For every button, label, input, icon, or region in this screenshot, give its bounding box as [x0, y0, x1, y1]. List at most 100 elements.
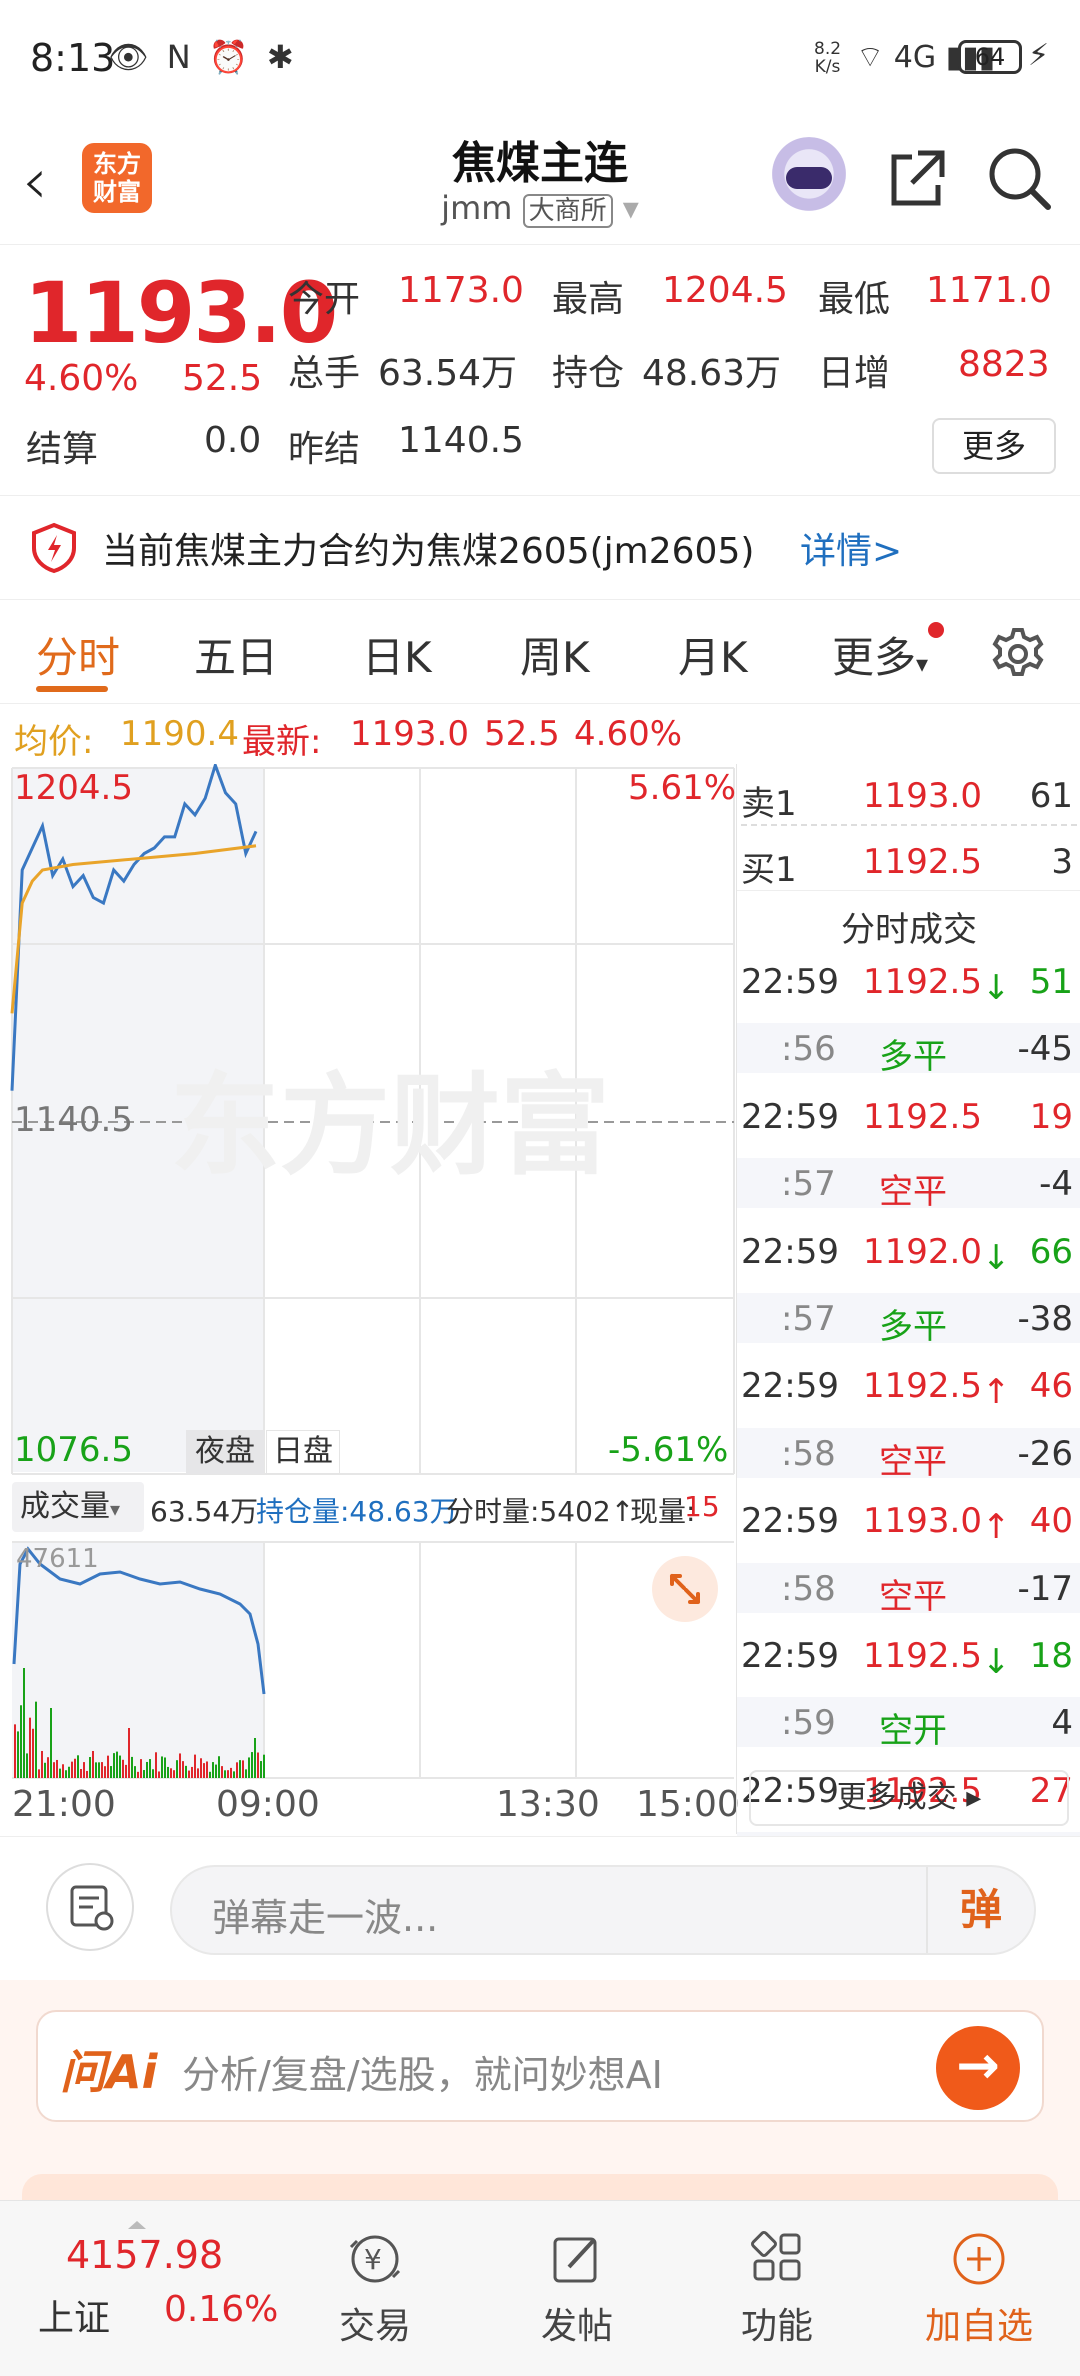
- chart-bottom-price: 1076.5: [14, 1430, 133, 1470]
- ai-assistant-icon[interactable]: [768, 137, 850, 219]
- trade-time: 22:59: [741, 962, 839, 1002]
- bottom-nav: 4157.98 上证 0.16% ¥ 交易 发帖 功能 加自选: [0, 2200, 1080, 2376]
- volume-bar: [80, 1769, 82, 1778]
- comment-bar: 弹幕走一波... 弹: [0, 1836, 1080, 1980]
- day-session-tag[interactable]: 日盘: [266, 1430, 340, 1474]
- tab-five-day[interactable]: 五日: [194, 624, 278, 685]
- tab-weekly-k[interactable]: 周K: [520, 624, 590, 685]
- volume-bar: [215, 1764, 217, 1778]
- trade-qty: 66: [1029, 1231, 1073, 1272]
- ai-query-input[interactable]: 问Ai 分析/复盘/选股，就问妙想AI →: [36, 2010, 1044, 2122]
- latest-change-pct: 4.60%: [574, 714, 683, 754]
- edit-icon: [553, 2237, 597, 2283]
- volume-bar: [92, 1750, 94, 1778]
- volume-bar: [89, 1757, 91, 1778]
- trade-subtime: :57: [781, 1164, 836, 1205]
- volume-bar: [44, 1762, 46, 1778]
- latest-label: 最新:: [242, 722, 322, 762]
- trade-delta: -26: [1017, 1433, 1073, 1474]
- volume-bar: [77, 1755, 79, 1778]
- tab-intraday[interactable]: 分时: [36, 624, 120, 685]
- notice-bar[interactable]: 当前焦煤主力合约为焦煤2605(jm2605) 详情>: [0, 496, 1080, 600]
- volume-bar: [107, 1755, 109, 1778]
- danmaku-input[interactable]: 弹幕走一波... 弹: [170, 1865, 1036, 1955]
- volume-bar: [140, 1759, 142, 1778]
- more-trades-button[interactable]: 更多成交 ▸: [749, 1770, 1069, 1826]
- volume-bar: [47, 1757, 49, 1778]
- intraday-chart[interactable]: 东方财富 1204.5 5.61% 1140.5 1076.5 -5.61% 夜…: [0, 764, 740, 1834]
- volume-bar: [173, 1770, 175, 1778]
- gear-icon[interactable]: [990, 626, 1046, 682]
- notice-text: 当前焦煤主力合约为焦煤2605(jm2605): [102, 531, 755, 572]
- divider: [737, 890, 1080, 891]
- trade-type: 空平: [879, 1172, 947, 1213]
- trade-detail-row: :59 空开 4: [737, 1697, 1080, 1751]
- chart-mid-price: 1140.5: [14, 1100, 133, 1140]
- trade-icon: ¥: [349, 2235, 401, 2283]
- volume-bar: [170, 1768, 172, 1778]
- trade-price: 1192.5 ↑: [863, 1366, 1011, 1413]
- trade-list[interactable]: 卖1 1193.0 61 买1 1192.5 3 分时成交 22:59 1192.…: [736, 764, 1080, 2021]
- danmaku-send-button[interactable]: 弹: [926, 1867, 1034, 1953]
- latest-change: 52.5: [484, 714, 560, 754]
- period-tabs: 分时 五日 日K 周K 月K 更多▾: [0, 600, 1080, 704]
- status-time: 8:13: [30, 36, 116, 80]
- volume-bar: [119, 1755, 121, 1778]
- volume-bar: [38, 1769, 40, 1778]
- volume-bar: [155, 1752, 157, 1778]
- notice-detail-link[interactable]: 详情>: [800, 522, 902, 574]
- nav-post[interactable]: 发帖: [502, 2231, 652, 2349]
- volume-bar: [50, 1708, 52, 1778]
- open-interest-label: 持仓: [552, 353, 625, 394]
- volume-bar: [65, 1770, 67, 1778]
- volume-selector[interactable]: 成交量▾: [12, 1482, 144, 1532]
- tab-monthly-k[interactable]: 月K: [678, 624, 748, 685]
- trade-subtime: :57: [781, 1299, 836, 1339]
- trade-subtime: :56: [781, 1029, 836, 1070]
- net-speed: 8.2 K/s: [814, 39, 842, 77]
- divider: [741, 824, 1077, 826]
- volume-bar: [53, 1762, 55, 1778]
- danmaku-settings-icon[interactable]: [46, 1863, 134, 1951]
- volume-bar: [149, 1759, 151, 1778]
- trade-detail-row: :58 空平 -17: [737, 1562, 1080, 1617]
- volume-bar: [23, 1668, 25, 1778]
- volume-bar: [200, 1758, 202, 1778]
- open-label: 今开: [288, 279, 361, 320]
- trade-row: 22:59 1192.5 ↓ 18: [737, 1630, 1080, 1682]
- volume-bar: [17, 1731, 19, 1778]
- ai-submit-button[interactable]: →: [936, 2026, 1020, 2110]
- chevron-down-icon: ▾: [622, 189, 639, 227]
- tab-more[interactable]: 更多▾: [832, 624, 928, 685]
- expand-icon[interactable]: [650, 1554, 720, 1624]
- search-icon[interactable]: [984, 143, 1054, 213]
- volume-bar: [191, 1766, 193, 1778]
- volume-label: 总手: [288, 353, 361, 394]
- ai-placeholder: 分析/复盘/选股，就问妙想AI: [182, 2053, 663, 2097]
- night-session-tag[interactable]: 夜盘: [186, 1430, 264, 1474]
- trade-delta: -38: [1017, 1299, 1073, 1339]
- trade-detail-row: :58 空平 -26: [737, 1427, 1080, 1482]
- settle-value: 0.0: [204, 420, 262, 461]
- trade-subtime: :59: [781, 1703, 836, 1744]
- back-button[interactable]: ‹: [22, 145, 48, 219]
- tab-daily-k[interactable]: 日K: [362, 624, 432, 685]
- volume-bar: [20, 1705, 22, 1778]
- more-button[interactable]: 更多: [932, 418, 1056, 474]
- daily-add-label: 日增: [818, 353, 891, 394]
- nav-add-watchlist[interactable]: 加自选: [904, 2231, 1054, 2349]
- app-header: ‹ 东方 财富 焦煤主连 jmm 大商所 ▾: [0, 115, 1080, 245]
- volume-bar: [158, 1771, 160, 1778]
- danmaku-placeholder: 弹幕走一波...: [212, 1896, 439, 1940]
- trade-detail-row: :57 空平 -4: [737, 1158, 1080, 1212]
- index-ticker[interactable]: 4157.98 上证 0.16%: [20, 2219, 280, 2359]
- volume-bar: [83, 1762, 85, 1778]
- instrument-code[interactable]: jmm 大商所 ▾: [340, 189, 740, 228]
- trade-qty: 40: [1029, 1501, 1073, 1542]
- volume-bar: [260, 1761, 262, 1778]
- nav-functions[interactable]: 功能: [702, 2231, 852, 2349]
- charging-icon: ⚡: [1028, 38, 1050, 73]
- nav-trade[interactable]: ¥ 交易: [300, 2231, 450, 2349]
- volume-bar: [254, 1738, 256, 1778]
- share-icon[interactable]: [882, 143, 952, 213]
